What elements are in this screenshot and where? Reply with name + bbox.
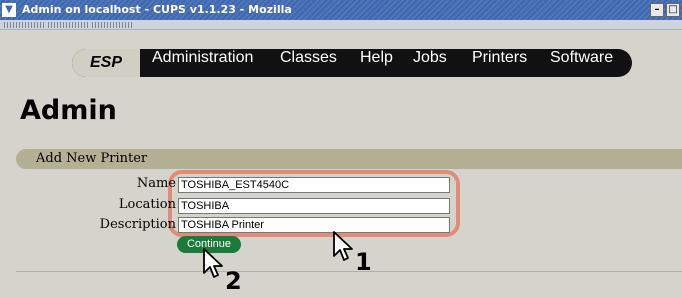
toolbar-strip [0,20,682,30]
window-title: Admin on localhost - CUPS v1.1.23 - Mozi… [22,3,292,16]
chevron-down-icon[interactable]: ▼ [2,3,16,17]
location-label: Location [118,197,176,212]
nav-bar: ESP Administration Classes Help Jobs Pri… [72,49,632,77]
window-titlebar: ▼ Admin on localhost - CUPS v1.1.23 - Mo… [0,0,682,20]
description-label: Description [99,217,176,232]
nav-item-jobs[interactable]: Jobs [413,49,447,77]
location-field[interactable]: TOSHIBA [178,198,450,214]
toolbar-grip[interactable] [4,22,44,28]
divider [16,271,682,272]
name-label: Name [136,176,176,191]
toolbar-grip[interactable] [92,22,132,28]
pointer-cursor-icon [333,231,353,261]
maximize-icon[interactable]: □ [666,3,680,17]
nav-item-help[interactable]: Help [360,49,393,77]
pointer-cursor-icon [203,248,223,278]
page-content: ESP Administration Classes Help Jobs Pri… [0,31,682,298]
nav-item-classes[interactable]: Classes [280,49,337,77]
page-title: Admin [20,95,117,126]
description-field[interactable]: TOSHIBA Printer [178,217,450,233]
toolbar-grip[interactable] [48,22,88,28]
name-field[interactable]: TOSHIBA_EST4540C [178,177,450,193]
nav-item-software[interactable]: Software [550,49,613,77]
nav-item-printers[interactable]: Printers [472,49,527,77]
step-2-label: 2 [225,267,242,295]
section-header: Add New Printer [16,149,682,169]
minimize-icon[interactable]: – [650,3,664,17]
nav-esp[interactable]: ESP [72,49,140,77]
section-title: Add New Printer [36,151,148,166]
step-1-label: 1 [355,248,372,276]
nav-item-administration[interactable]: Administration [152,49,253,77]
